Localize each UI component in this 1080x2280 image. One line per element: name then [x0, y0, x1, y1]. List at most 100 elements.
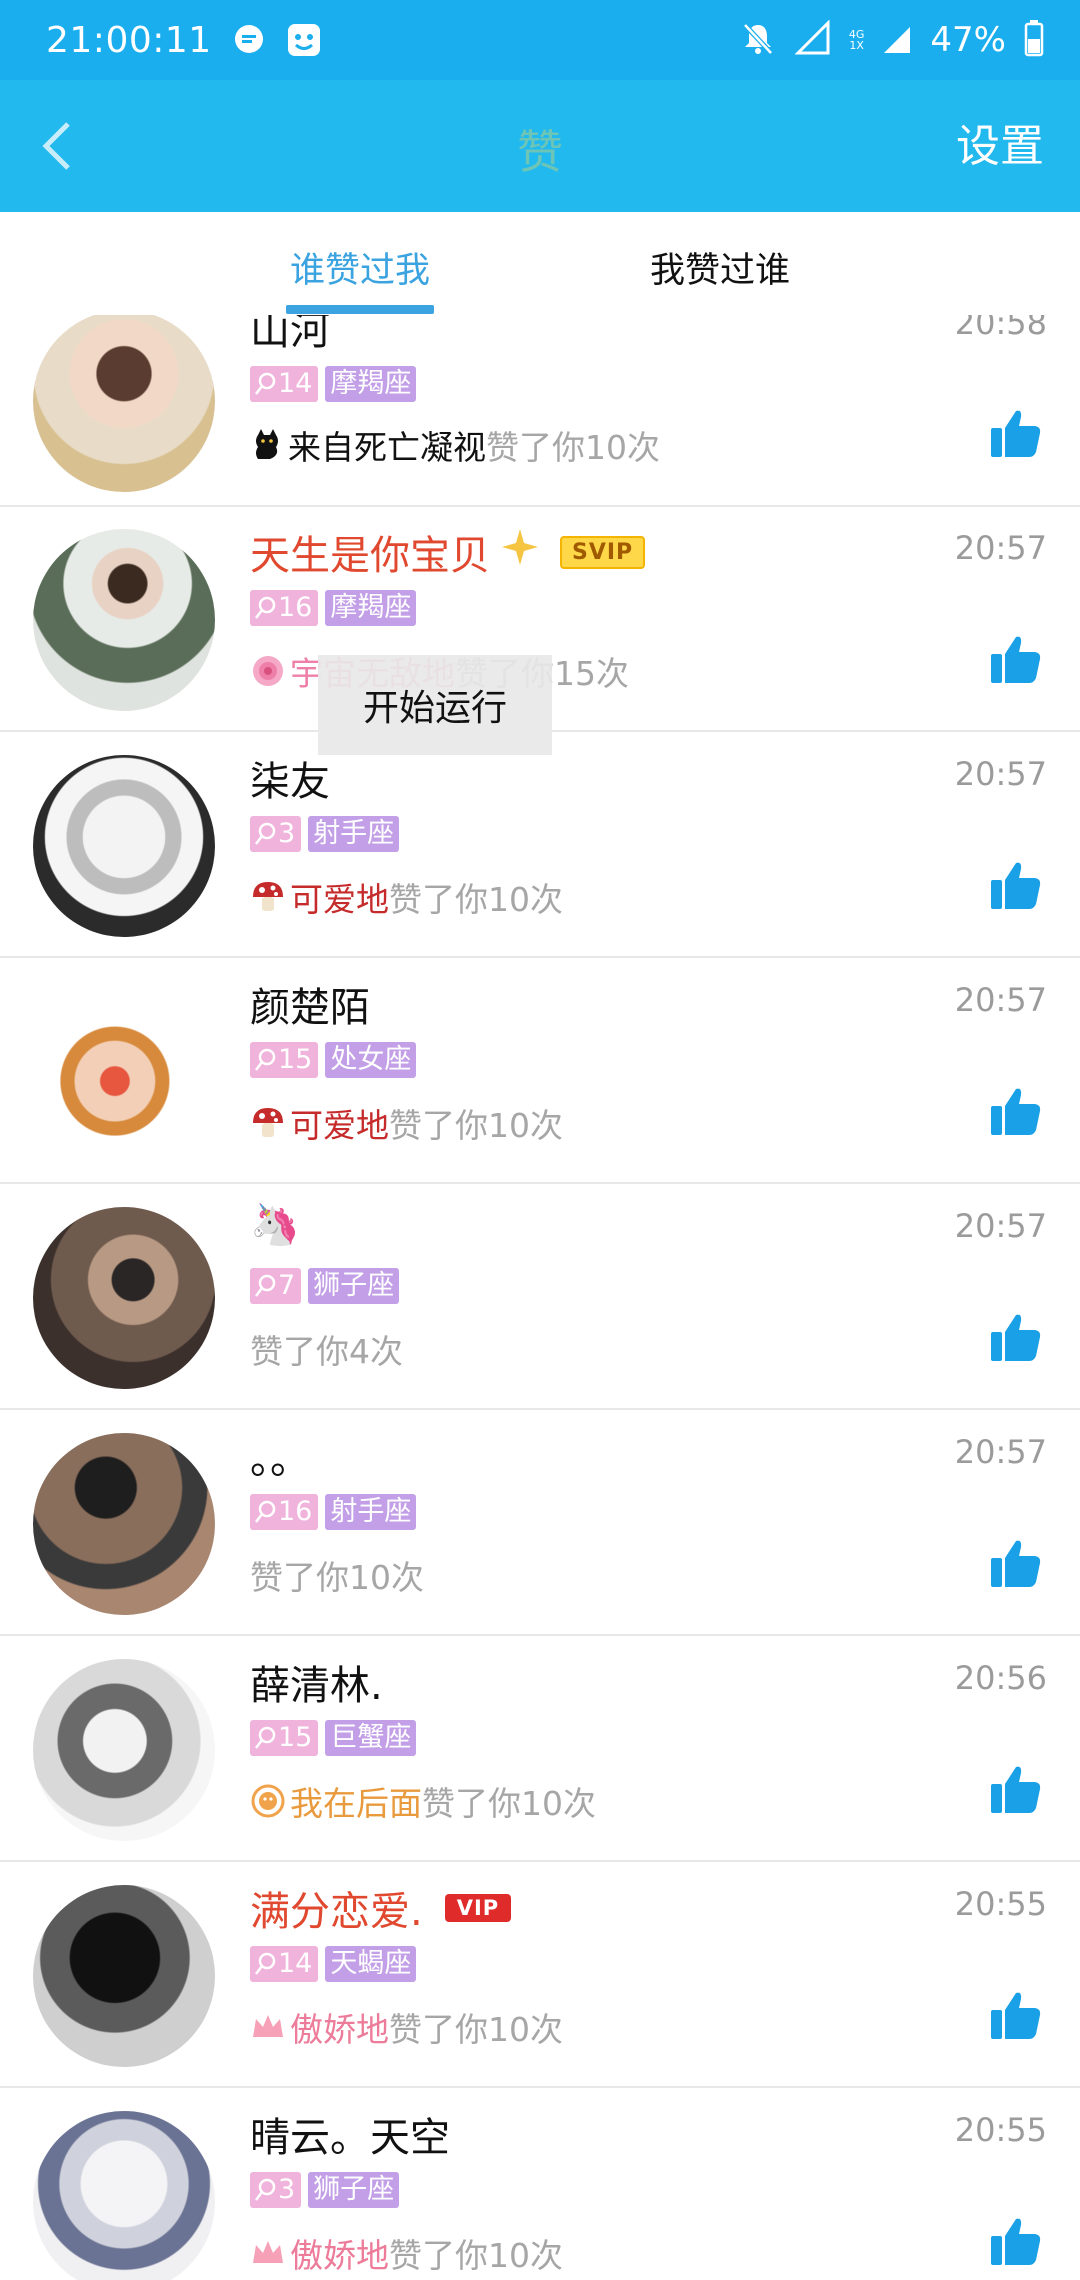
like-count-text: 赞了你10次 [389, 880, 563, 919]
user-tags: 16 摩羯座 [250, 590, 417, 626]
user-tags: 7 狮子座 [250, 1268, 400, 1304]
thumbs-up-icon[interactable] [990, 1989, 1042, 2041]
tab-bar: 谁赞过我 我赞过谁 [0, 212, 1080, 317]
female-icon [255, 372, 276, 395]
thumbs-up-icon[interactable] [990, 407, 1042, 459]
female-icon [255, 1726, 276, 1749]
thumbs-up-icon[interactable] [990, 859, 1042, 911]
list-item[interactable]: 薛清林. 20:56 15 巨蟹座 我在后面 赞了你10次 [0, 1637, 1080, 1862]
like-time: 20:57 [954, 755, 1047, 793]
toast-message: 开始运行 [318, 655, 552, 755]
like-time: 20:55 [954, 1885, 1047, 1923]
avatar[interactable] [33, 1885, 215, 2067]
message-notification-icon [232, 23, 266, 57]
thumbs-up-icon[interactable] [990, 1311, 1042, 1363]
battery-icon [1024, 19, 1044, 61]
signal-strength-icon [882, 20, 912, 60]
title-bar: 赞 设置 [0, 80, 1080, 212]
battery-percent: 47% [930, 20, 1006, 60]
age-value: 15 [278, 1044, 313, 1075]
female-icon [255, 822, 276, 845]
sparkles-icon [500, 527, 540, 577]
like-count-text: 赞了你10次 [389, 2010, 563, 2049]
cat-icon [250, 427, 284, 463]
app-notification-icon [286, 22, 322, 58]
medal-text: 傲娇地 [290, 2236, 389, 2275]
user-name: 满分恋爱. VIP [250, 1879, 512, 1937]
user-name: 天生是你宝贝 SVIP [250, 523, 646, 581]
medal-text: 可爱地 [290, 880, 389, 919]
age-tag: 14 [250, 366, 319, 402]
age-tag: 15 [250, 1720, 319, 1756]
zodiac-tag: 射手座 [308, 816, 400, 852]
list-item[interactable]: 山河 20:58 14 摩羯座 来自死亡凝视 赞了你10次 [0, 315, 1080, 507]
list-item[interactable]: 柒友 20:57 3 射手座 可爱地 赞了你10次 [0, 733, 1080, 958]
thumbs-up-icon[interactable] [990, 633, 1042, 685]
user-name: 晴云。天空 [250, 2115, 450, 2161]
zodiac-tag: 射手座 [325, 1494, 417, 1530]
thumbs-up-icon[interactable] [990, 1085, 1042, 1137]
user-name: 山河 [250, 315, 330, 354]
age-value: 15 [278, 1722, 313, 1753]
medal-text: 可爱地 [290, 1106, 389, 1145]
like-count-text: 赞了你10次 [422, 1784, 596, 1823]
list-item[interactable]: 颜楚陌 20:57 15 处女座 可爱地 赞了你10次 [0, 959, 1080, 1184]
avatar[interactable] [33, 755, 215, 937]
like-count-text: 赞了你10次 [250, 1558, 424, 1597]
age-tag: 14 [250, 1946, 319, 1982]
crown-icon [250, 2235, 286, 2271]
user-name: 🦄 [250, 1202, 300, 1248]
avatar[interactable] [33, 529, 215, 711]
avatar[interactable] [33, 981, 215, 1163]
network-type-1x: 1X [849, 39, 864, 52]
medal-text: 傲娇地 [290, 2010, 389, 2049]
age-value: 14 [278, 1948, 313, 1979]
mushroom-icon [250, 879, 286, 915]
avatar[interactable] [33, 1207, 215, 1389]
user-name: 柒友 [250, 759, 330, 805]
user-name-text: 满分恋爱. [250, 1889, 423, 1935]
list-item[interactable]: 满分恋爱. VIP 20:55 14 天蝎座 傲娇地 赞了你10次 [0, 1863, 1080, 2088]
crown-icon [250, 2009, 286, 2045]
avatar[interactable] [33, 2111, 215, 2280]
thumbs-up-icon[interactable] [990, 2215, 1042, 2267]
like-time: 20:58 [954, 315, 1047, 342]
avatar[interactable] [33, 1659, 215, 1841]
like-time: 20:56 [954, 1659, 1047, 1697]
thumbs-up-icon[interactable] [990, 1537, 1042, 1589]
age-tag: 15 [250, 1042, 319, 1078]
user-tags: 14 摩羯座 [250, 366, 417, 402]
zodiac-tag: 狮子座 [308, 2172, 400, 2208]
network-type: 4G 1X [849, 29, 865, 51]
age-value: 16 [278, 1496, 313, 1527]
like-time: 20:55 [954, 2111, 1047, 2149]
user-tags: 15 处女座 [250, 1042, 417, 1078]
age-value: 7 [278, 1270, 296, 1301]
like-summary: 傲娇地 赞了你10次 [250, 2003, 563, 2051]
list-item[interactable]: 🦄 20:57 7 狮子座 赞了你4次 [0, 1185, 1080, 1410]
tab-who-i-liked[interactable]: 我赞过谁 [650, 242, 790, 293]
female-icon [255, 596, 276, 619]
like-time: 20:57 [954, 529, 1047, 567]
avatar[interactable] [33, 1433, 215, 1615]
like-summary: 傲娇地 赞了你10次 [250, 2229, 563, 2277]
like-summary: 赞了你4次 [250, 1325, 403, 1373]
avatar[interactable] [33, 315, 215, 492]
zodiac-tag: 巨蟹座 [325, 1720, 417, 1756]
list-item[interactable]: 。。 20:57 16 射手座 赞了你10次 [0, 1411, 1080, 1636]
like-summary: 来自死亡凝视 赞了你10次 [250, 421, 660, 469]
list-item[interactable]: 晴云。天空 20:55 3 狮子座 傲娇地 赞了你10次 [0, 2089, 1080, 2280]
status-time: 21:00:11 [46, 19, 212, 61]
tab-who-liked-me[interactable]: 谁赞过我 [290, 242, 430, 293]
age-tag: 3 [250, 2172, 302, 2208]
like-time: 20:57 [954, 1433, 1047, 1471]
like-time: 20:57 [954, 981, 1047, 1019]
age-value: 3 [278, 2174, 296, 2205]
like-time: 20:57 [954, 1207, 1047, 1245]
thumbs-up-icon[interactable] [990, 1763, 1042, 1815]
user-tags: 16 射手座 [250, 1494, 417, 1530]
age-tag: 16 [250, 590, 319, 626]
age-tag: 7 [250, 1268, 302, 1304]
settings-button[interactable]: 设置 [956, 110, 1044, 174]
rose-icon [250, 653, 286, 689]
